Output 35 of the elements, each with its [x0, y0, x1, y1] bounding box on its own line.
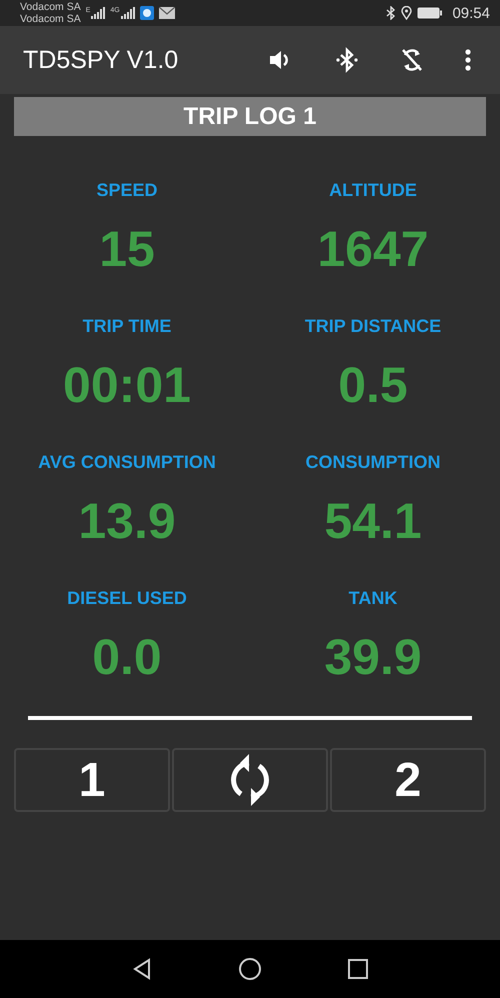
metric-value: 0.0	[92, 628, 162, 687]
recents-icon[interactable]	[348, 959, 368, 979]
metric-label: TRIP DISTANCE	[304, 315, 442, 338]
metric-label: CONSUMPTION	[306, 451, 440, 474]
clock: 09:54	[452, 4, 490, 22]
metric-value: 13.9	[78, 492, 176, 551]
metric-label: SPEED	[96, 179, 158, 202]
metric-label: ALTITUDE	[329, 179, 417, 202]
location-icon	[401, 6, 412, 20]
carrier-name: Vodacom SA	[20, 13, 81, 25]
metric-value: 0.5	[338, 356, 408, 415]
metric-value: 00:01	[63, 356, 191, 415]
home-icon[interactable]	[238, 957, 262, 981]
mail-icon	[158, 7, 175, 19]
bluetooth-icon[interactable]	[334, 47, 360, 73]
signal-icon	[120, 7, 135, 19]
app-title: TD5SPY V1.0	[23, 46, 178, 74]
trip-log-header: TRIP LOG 1	[14, 97, 486, 136]
metric-value: 54.1	[324, 492, 422, 551]
metric-value: 39.9	[324, 628, 422, 687]
log-button[interactable]: 2	[330, 748, 486, 812]
metric-label: DIESEL USED	[67, 587, 187, 610]
refresh-button[interactable]	[172, 748, 328, 812]
carrier-name: Vodacom SA	[20, 1, 81, 13]
metric-value: 1647	[317, 220, 429, 279]
bluetooth-icon	[386, 6, 396, 20]
log-button[interactable]: 1	[14, 748, 170, 812]
more-menu-icon[interactable]	[464, 48, 472, 72]
metric-label: TANK	[348, 587, 398, 610]
battery-icon	[417, 7, 444, 19]
metric-label: TRIP TIME	[82, 315, 172, 338]
signal-icon	[91, 7, 106, 19]
metric-value: 15	[99, 220, 155, 279]
back-icon[interactable]	[132, 958, 152, 980]
metric-label: AVG CONSUMPTION	[38, 451, 216, 474]
